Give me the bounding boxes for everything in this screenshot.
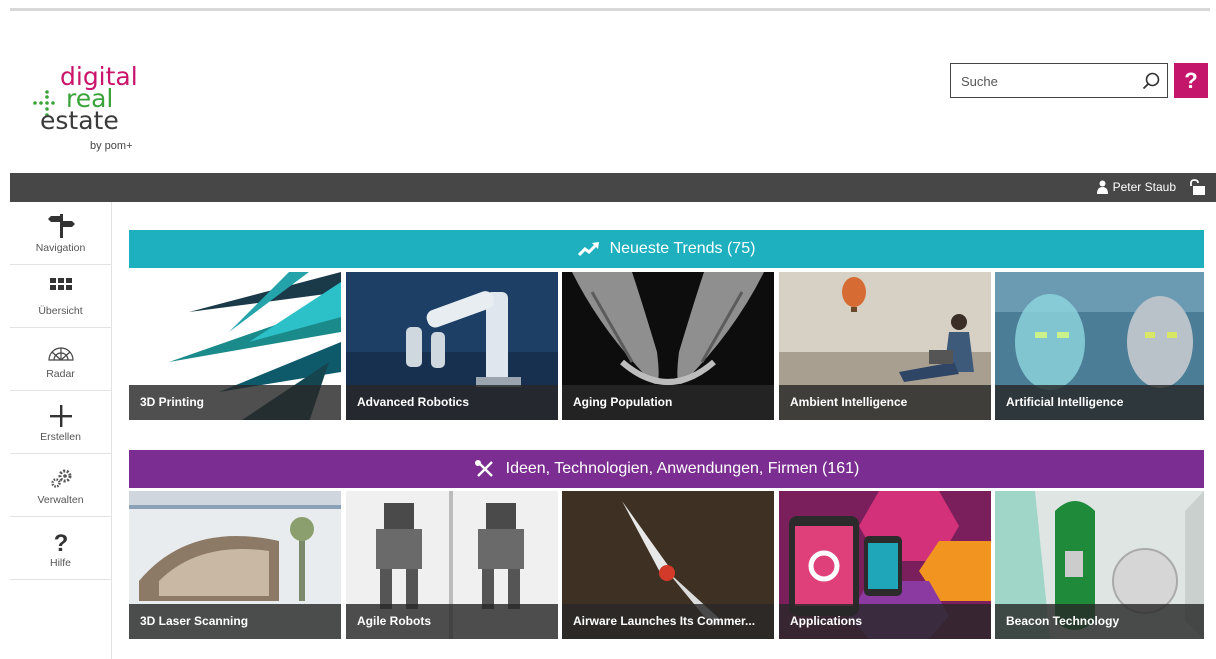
top-divider <box>10 8 1210 11</box>
tile-caption: 3D Laser Scanning <box>129 604 341 639</box>
tile-applications[interactable]: Applications <box>779 491 991 639</box>
sidebar-item-label: Übersicht <box>38 305 83 317</box>
tile-caption: Artificial Intelligence <box>995 385 1204 420</box>
tile-3d-laser-scanning[interactable]: 3D Laser Scanning <box>129 491 341 639</box>
plus-icon <box>50 405 72 427</box>
trend-up-icon <box>577 242 599 257</box>
unlock-icon[interactable] <box>1188 179 1206 196</box>
tile-3d-printing[interactable]: 3D Printing <box>129 272 341 420</box>
sidebar-item-label: Erstellen <box>40 431 81 443</box>
tile-advanced-robotics[interactable]: Advanced Robotics <box>346 272 558 420</box>
search-box[interactable] <box>950 63 1168 98</box>
grid-icon <box>50 278 72 290</box>
tools-icon <box>474 460 493 477</box>
sidebar-item-navigation[interactable]: Navigation <box>10 202 111 265</box>
tile-caption: Applications <box>779 604 991 639</box>
sidebar-item-label: Verwalten <box>37 494 84 506</box>
section-header-ideas[interactable]: Ideen, Technologien, Anwendungen, Firmen… <box>129 450 1204 488</box>
brand-logo[interactable]: digital real estate by pom+ <box>30 64 150 160</box>
tile-caption: Agile Robots <box>346 604 558 639</box>
tile-caption: Advanced Robotics <box>346 385 558 420</box>
radar-icon <box>48 347 74 361</box>
user-menu[interactable]: Peter Staub <box>1096 180 1176 194</box>
sidebar-item-manage[interactable]: Verwalten <box>10 454 111 517</box>
help-button[interactable]: ? <box>1174 63 1208 98</box>
section-title: Neueste Trends (75) <box>609 240 756 257</box>
sidebar-item-overview[interactable]: Übersicht <box>10 265 111 328</box>
gears-icon <box>51 469 72 488</box>
tile-caption: Aging Population <box>562 385 774 420</box>
sidebar-item-label: Hilfe <box>49 557 71 569</box>
tile-caption: Beacon Technology <box>995 604 1204 639</box>
tile-aging-population[interactable]: Aging Population <box>562 272 774 420</box>
sidebar-item-label: Navigation <box>35 242 86 254</box>
user-bar: Peter Staub <box>10 173 1216 202</box>
svg-text:?: ? <box>54 530 69 553</box>
signpost-icon <box>48 214 75 238</box>
tile-beacon-technology[interactable]: Beacon Technology <box>995 491 1204 639</box>
question-icon: ? <box>54 530 69 553</box>
tile-caption: Ambient Intelligence <box>779 385 991 420</box>
tile-airware[interactable]: Airware Launches Its Commer... <box>562 491 774 639</box>
search-icon[interactable] <box>1141 71 1161 91</box>
sidebar-item-help[interactable]: ? Hilfe <box>10 517 111 580</box>
sidebar: Navigation Übersicht Radar Erstellen Ver… <box>10 202 112 659</box>
logo-word-estate: estate <box>40 106 119 135</box>
section-header-trends[interactable]: Neueste Trends (75) <box>129 230 1204 268</box>
sidebar-item-radar[interactable]: Radar <box>10 328 111 391</box>
tile-caption: 3D Printing <box>129 385 341 420</box>
tile-agile-robots[interactable]: Agile Robots <box>346 491 558 639</box>
tile-artificial-intelligence[interactable]: Artificial Intelligence <box>995 272 1204 420</box>
user-icon <box>1096 180 1108 194</box>
user-name: Peter Staub <box>1112 180 1176 194</box>
section-title: Ideen, Technologien, Anwendungen, Firmen… <box>505 460 860 477</box>
sidebar-item-label: Radar <box>46 368 75 380</box>
tile-ambient-intelligence[interactable]: Ambient Intelligence <box>779 272 991 420</box>
sidebar-item-create[interactable]: Erstellen <box>10 391 111 454</box>
tile-caption: Airware Launches Its Commer... <box>562 604 774 639</box>
logo-byline: by pom+ <box>90 140 133 152</box>
search-input[interactable] <box>961 72 1136 90</box>
